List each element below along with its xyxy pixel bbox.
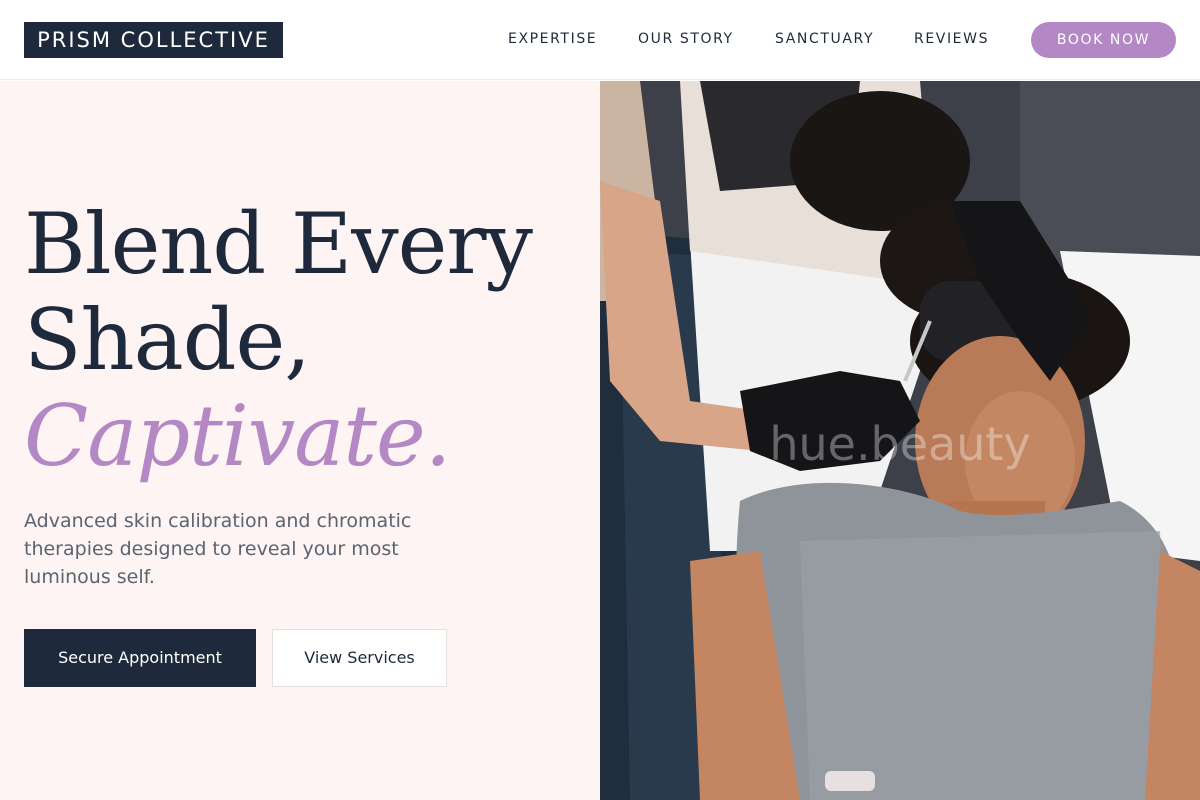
hero-subtext: Advanced skin calibration and chromatic … <box>24 510 412 588</box>
book-now-button[interactable]: BOOK NOW <box>1031 22 1176 58</box>
nav-link-expertise[interactable]: EXPERTISE <box>508 30 597 48</box>
view-services-button[interactable]: View Services <box>272 629 447 687</box>
hero-photo: hue.beauty <box>600 81 1200 800</box>
secure-appointment-button[interactable]: Secure Appointment <box>24 629 256 687</box>
hero-content: Blend Every Shade, Captivate. Advanced s… <box>0 81 600 800</box>
hero-headline-accent: Captivate. <box>24 387 451 485</box>
site-header: PRISM COLLECTIVE EXPERTISE OUR STORY SAN… <box>0 0 1200 80</box>
hero-headline-line2: Shade, <box>24 291 311 389</box>
hero-headline-line1: Blend Every <box>24 195 533 293</box>
nav-link-reviews[interactable]: REVIEWS <box>914 30 989 48</box>
nav-link-sanctuary[interactable]: SANCTUARY <box>775 30 874 48</box>
brand-logo[interactable]: PRISM COLLECTIVE <box>24 22 283 58</box>
treatment-photo-illustration <box>600 81 1200 800</box>
nav-link-our-story[interactable]: OUR STORY <box>638 30 734 48</box>
